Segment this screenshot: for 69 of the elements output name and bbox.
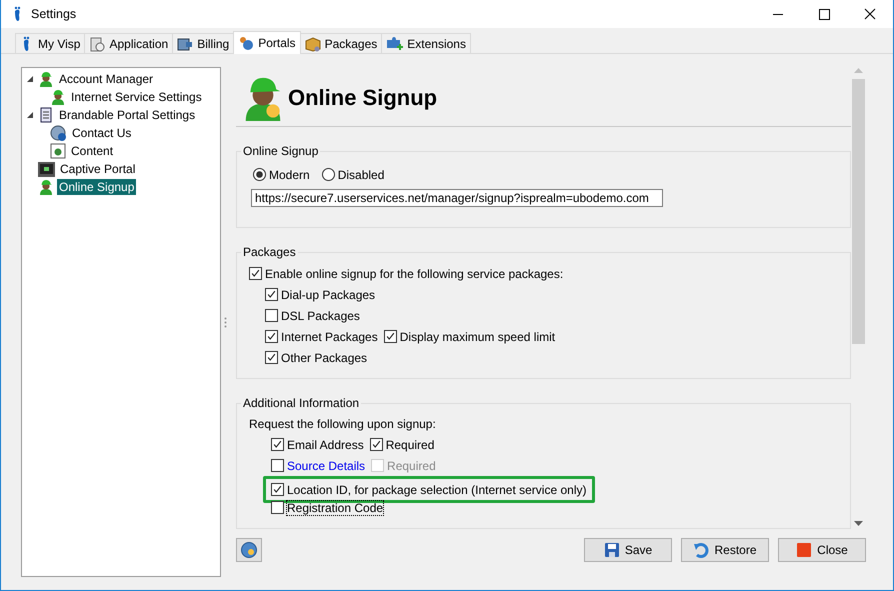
- scrollbar-thumb[interactable]: [852, 79, 864, 344]
- radio-button[interactable]: [253, 168, 266, 181]
- tab[interactable]: Packages: [300, 33, 382, 53]
- checkbox-label: Registration Code: [287, 500, 384, 514]
- page-globe-icon: [50, 143, 66, 159]
- expander-icon[interactable]: [26, 74, 35, 84]
- checkbox[interactable]: [265, 288, 278, 301]
- expander-icon[interactable]: [26, 110, 35, 120]
- radio-label: Modern: [269, 168, 310, 182]
- user-icon: [38, 179, 54, 195]
- dialog-button[interactable]: Close: [778, 538, 866, 562]
- globe-info-icon: [50, 124, 67, 142]
- box-icon: [304, 36, 321, 52]
- group-title: Packages: [242, 245, 297, 259]
- scroll-down-icon[interactable]: [854, 521, 862, 526]
- checkbox[interactable]: [271, 483, 284, 496]
- checkbox-label: Other Packages: [281, 350, 368, 364]
- url-field[interactable]: https://secure7.userservices.net/manager/signup?isprealm=ubodemo.com: [251, 189, 663, 207]
- group-title: Additional Information: [242, 396, 360, 410]
- monitor-icon: [38, 162, 55, 176]
- tab[interactable]: Application: [84, 33, 174, 53]
- puzzle-plus-icon: [386, 36, 404, 52]
- link[interactable]: Source Details: [287, 458, 366, 472]
- checkbox-label: DSL Packages: [281, 308, 360, 322]
- tree-item[interactable]: Content: [69, 143, 116, 159]
- checkbox[interactable]: [265, 309, 278, 322]
- tree-item[interactable]: Captive Portal: [58, 161, 138, 177]
- clipboard-icon: [38, 107, 54, 123]
- checkbox[interactable]: [384, 330, 397, 343]
- tab[interactable]: Extensions: [381, 33, 471, 53]
- tree-item[interactable]: Internet Service Settings: [69, 89, 204, 105]
- globe-icon: [240, 541, 258, 559]
- stop-square-icon: [796, 542, 812, 558]
- checkbox-label: Location ID, for package selection (Internet service only): [287, 482, 586, 496]
- checkbox[interactable]: [271, 438, 284, 451]
- checkbox-label: Required: [386, 438, 434, 452]
- intro-text: Request the following upon signup:: [248, 416, 437, 433]
- undo-arrow-icon: [693, 542, 710, 558]
- group-title: Online Signup: [242, 144, 320, 158]
- checkbox-label: Required: [387, 458, 436, 472]
- checkbox[interactable]: [265, 330, 278, 343]
- tree-item[interactable]: Account Manager: [57, 71, 156, 87]
- tab[interactable]: Billing: [172, 33, 234, 53]
- checkbox-label: Internet Packages: [281, 330, 378, 344]
- window-title: Settings: [31, 7, 78, 21]
- page-title: Online Signup: [288, 85, 438, 111]
- checkbox[interactable]: [370, 438, 383, 451]
- tree-item[interactable]: Brandable Portal Settings: [57, 107, 198, 123]
- tab[interactable]: My Visp: [15, 33, 86, 53]
- dialog-button[interactable]: Save: [584, 538, 672, 562]
- radio-label: Disabled: [338, 168, 384, 182]
- tab[interactable]: Portals: [233, 31, 301, 54]
- checkbox[interactable]: [265, 351, 278, 364]
- checkbox-label: Display maximum speed limit: [400, 330, 556, 344]
- help-button[interactable]: [236, 538, 262, 562]
- checkbox-label: Dial-up Packages: [281, 288, 376, 302]
- tree-item[interactable]: Contact Us: [70, 125, 134, 141]
- splitter-grip-icon[interactable]: [224, 316, 227, 328]
- checkbox[interactable]: [249, 267, 262, 280]
- tree-item[interactable]: Online Signup: [57, 179, 136, 195]
- clipboard-clock-icon: [89, 36, 106, 52]
- checkbox-label: Email Address: [287, 438, 364, 452]
- radio-button[interactable]: [322, 168, 335, 181]
- checkbox[interactable]: [271, 459, 284, 472]
- checkbox-label: Enable online signup for the following service packages:: [265, 266, 564, 280]
- checkbox[interactable]: [271, 501, 284, 514]
- user-icon: [38, 71, 54, 87]
- user-icon: [50, 89, 66, 105]
- dialog-button[interactable]: Restore: [681, 538, 769, 562]
